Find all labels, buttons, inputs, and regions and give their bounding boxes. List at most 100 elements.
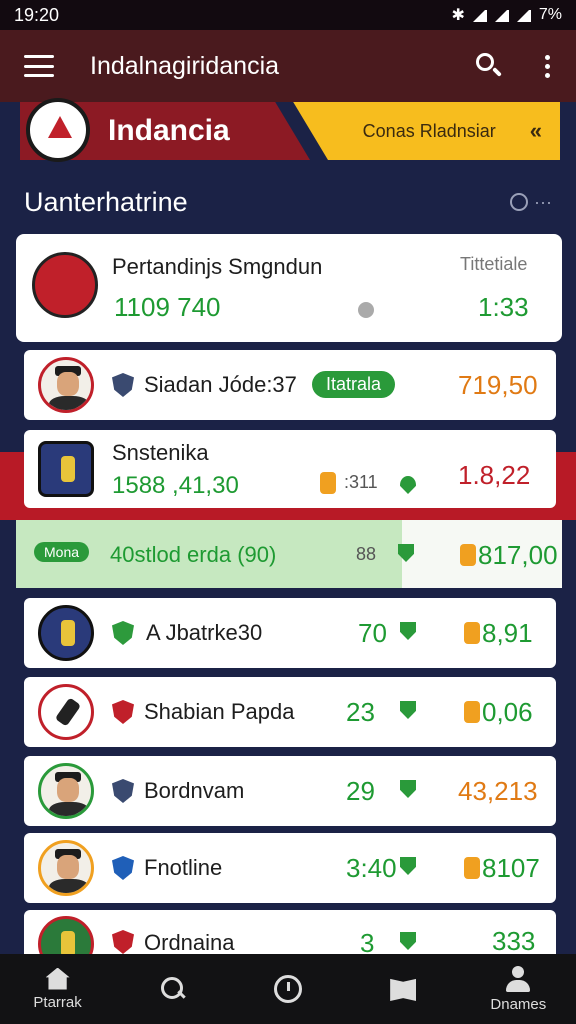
- item-odds[interactable]: 43,213: [458, 776, 538, 807]
- match-odds[interactable]: 1:33: [478, 292, 529, 323]
- featured-match-card[interactable]: Pertandinjs Smgndun 1109 740 Tittetiale …: [16, 234, 562, 342]
- chevron-left-icon[interactable]: «: [530, 118, 542, 144]
- shield-icon: [112, 700, 134, 724]
- menu-icon[interactable]: [24, 55, 54, 77]
- nav-home-label: Ptarrak: [33, 993, 82, 1011]
- tag-pill: Mona: [34, 542, 90, 562]
- status-pill[interactable]: Itatrala: [312, 371, 396, 398]
- search-icon[interactable]: [510, 193, 529, 211]
- lock-icon: [320, 472, 336, 494]
- more-horiz-icon[interactable]: ···: [534, 192, 552, 213]
- item-odds[interactable]: 333: [492, 926, 535, 957]
- item-odds[interactable]: 8,91: [482, 618, 533, 649]
- battery-level: 7%: [538, 6, 562, 23]
- match-label: Tittetiale: [460, 254, 528, 274]
- item-extra: 23: [346, 697, 375, 727]
- match-score: 1109 740: [114, 292, 221, 322]
- item-extra: 29: [346, 776, 375, 806]
- item-odds[interactable]: 817,00: [478, 540, 558, 571]
- status-bar: 19:20 ✱ 7%: [0, 0, 576, 30]
- book-icon: [390, 978, 417, 1001]
- item-name: Fnotline: [144, 855, 223, 880]
- search-icon[interactable]: [474, 51, 504, 81]
- pin-icon: [400, 701, 416, 719]
- nav-search[interactable]: [123, 954, 223, 1024]
- club-crest-icon: [38, 441, 94, 497]
- item-extra: 70: [358, 618, 387, 648]
- signal-icon: [494, 8, 509, 22]
- list-item[interactable]: Shabian Papda 23 0,06: [24, 677, 556, 747]
- clock-icon: [273, 975, 302, 1003]
- list-item[interactable]: Siadan Jóde:37 Itatrala 719,50: [24, 350, 556, 420]
- item-name: Ordnaina: [144, 930, 235, 955]
- player-avatar: [38, 840, 94, 896]
- wifi-icon: [472, 8, 487, 22]
- team-flag-icon: [32, 252, 98, 318]
- nav-live[interactable]: [238, 954, 338, 1024]
- check-icon: [400, 476, 416, 494]
- list-item[interactable]: Bordnvam 29 43,213: [24, 756, 556, 826]
- pin-icon: [400, 780, 416, 798]
- item-name: Siadan Jóde:37: [144, 372, 297, 397]
- bottom-nav: Ptarrak Dnames: [0, 954, 576, 1024]
- app-title: Indalnagiridancia: [90, 51, 280, 80]
- more-vert-icon[interactable]: [542, 54, 552, 78]
- item-odds[interactable]: 719,50: [458, 370, 538, 401]
- shield-icon: [112, 621, 134, 645]
- search-icon: [160, 977, 185, 1001]
- shield-icon: [112, 930, 134, 954]
- pin-icon: [400, 622, 416, 640]
- user-icon: [505, 965, 531, 992]
- status-dot-icon: [358, 302, 374, 318]
- shield-icon: [112, 856, 134, 880]
- item-name: Shabian Papda: [144, 699, 295, 724]
- player-avatar: [38, 763, 94, 819]
- signal-icon-2: [516, 8, 531, 22]
- pin-icon: [400, 932, 416, 950]
- item-name: 40stlod erda (90): [110, 542, 277, 567]
- banner-subtitle: Conas Rladnsiar: [362, 120, 496, 141]
- league-logo: [26, 98, 90, 162]
- list-item-highlighted[interactable]: Mona 40stlod erda (90) 88 817,00: [16, 520, 562, 588]
- shield-icon: [112, 779, 134, 803]
- nav-library[interactable]: [353, 954, 453, 1024]
- player-avatar: [38, 357, 94, 413]
- item-name: Snstenika: [112, 440, 209, 465]
- nav-profile-label: Dnames: [490, 995, 547, 1013]
- lock-icon: [464, 701, 480, 723]
- app-bar: Indalnagiridancia: [0, 30, 576, 102]
- lock-icon: [464, 857, 480, 879]
- banner-title: Indancia: [108, 114, 230, 147]
- club-crest-icon: [38, 684, 94, 740]
- list-item[interactable]: Snstenika 1588 ,41,30 :311 1.8,22: [24, 430, 556, 508]
- banner-right: Conas Rladnsiar «: [293, 102, 560, 160]
- nav-profile[interactable]: Dnames: [468, 954, 568, 1024]
- item-name: A Jbatrke30: [146, 620, 263, 645]
- shield-icon: [112, 373, 134, 397]
- match-name: Pertandinjs Smgndun: [112, 254, 323, 279]
- list-item[interactable]: Fnotline 3:40 8107: [24, 833, 556, 903]
- item-extra: 88: [356, 544, 377, 564]
- list-item[interactable]: A Jbatrke30 70 8,91: [24, 598, 556, 668]
- item-odds[interactable]: 1.8,22: [458, 460, 530, 491]
- list-item[interactable]: Ordnaina 3 333: [24, 910, 556, 972]
- home-icon: [45, 967, 70, 990]
- bluetooth-icon: ✱: [451, 7, 465, 24]
- section-header: Uanterhatrine ···: [24, 182, 552, 222]
- item-odds[interactable]: 0,06: [482, 697, 533, 728]
- lock-icon: [460, 544, 476, 566]
- item-extra: 3:40: [346, 853, 397, 883]
- nav-home[interactable]: Ptarrak: [8, 954, 108, 1024]
- status-icons: ✱ 7%: [451, 5, 562, 25]
- status-time: 19:20: [14, 4, 60, 25]
- lock-icon: [464, 622, 480, 644]
- item-sub: 1588 ,41,30: [112, 472, 239, 499]
- section-tools[interactable]: ···: [510, 192, 552, 213]
- pin-icon: [400, 857, 416, 875]
- item-extra: :311: [344, 472, 378, 492]
- section-title: Uanterhatrine: [24, 186, 188, 217]
- league-banner[interactable]: Conas Rladnsiar « Indancia: [20, 98, 560, 162]
- item-name: Bordnvam: [144, 778, 245, 803]
- club-crest-icon: [38, 605, 94, 661]
- item-odds[interactable]: 8107: [482, 853, 540, 884]
